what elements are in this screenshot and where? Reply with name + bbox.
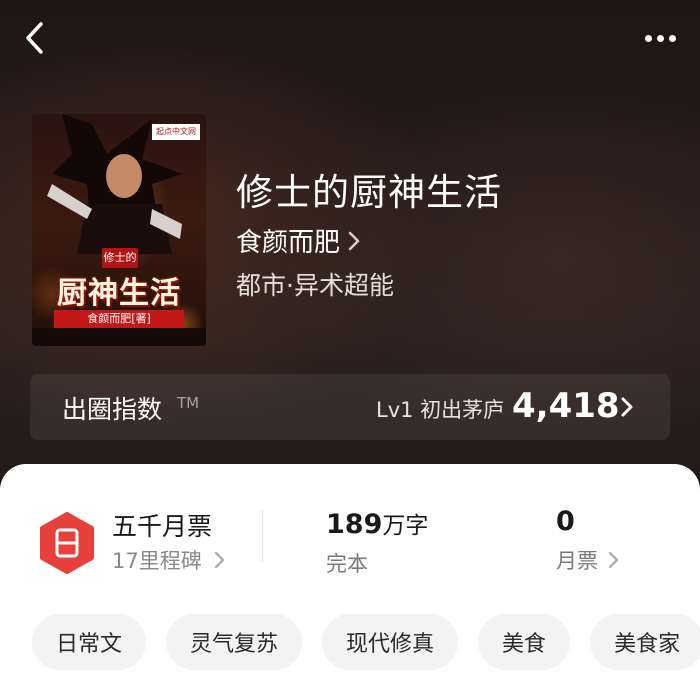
cover-subtitle: 修士的 bbox=[102, 248, 138, 268]
more-options-button[interactable] bbox=[638, 22, 682, 54]
word-count-stat: 189 万字 完本 bbox=[326, 506, 428, 578]
stats-divider bbox=[262, 510, 263, 562]
milestone-subtitle: 17里程碑 bbox=[112, 549, 202, 573]
chevron-right-icon bbox=[621, 397, 633, 417]
chevron-right-icon bbox=[214, 551, 224, 569]
popularity-level: Lv1 初出茅庐 bbox=[376, 398, 505, 422]
milestone-title: 五千月票 bbox=[112, 512, 213, 541]
tag-list: 日常文 灵气复苏 现代修真 美食 美食家 bbox=[32, 614, 700, 670]
more-dots-icon bbox=[644, 34, 652, 42]
monthly-votes-label: 月票 bbox=[556, 549, 598, 573]
back-button[interactable] bbox=[16, 20, 52, 56]
popularity-index-title: 出圈指数 bbox=[62, 395, 163, 424]
ticket-icon[interactable] bbox=[36, 512, 98, 574]
popularity-value: 4,418 bbox=[512, 386, 620, 426]
cover-author: 食颜而肥[著] bbox=[54, 310, 184, 328]
tag-chip[interactable]: 美食家 bbox=[590, 614, 700, 670]
tag-chip[interactable]: 美食 bbox=[478, 614, 571, 670]
monthly-votes-value: 0 bbox=[556, 506, 575, 537]
word-count-value: 189 bbox=[326, 509, 383, 540]
book-genre[interactable]: 都市·异术超能 bbox=[236, 266, 394, 302]
tag-chip[interactable]: 现代修真 bbox=[322, 614, 459, 670]
monthly-votes-stat[interactable]: 0 月票 bbox=[556, 506, 624, 575]
tag-chip[interactable]: 日常文 bbox=[32, 614, 147, 670]
book-status: 完本 bbox=[326, 552, 368, 576]
book-cover[interactable]: 起点中文网 修士的 厨神生活 食颜而肥[著] bbox=[32, 114, 206, 346]
author-link[interactable]: 食颜而肥 bbox=[236, 222, 360, 259]
cover-publisher-logo: 起点中文网 bbox=[152, 124, 200, 140]
tag-chip[interactable]: 灵气复苏 bbox=[166, 614, 303, 670]
word-count-unit: 万字 bbox=[382, 513, 429, 539]
popularity-index-bar[interactable]: 出圈指数 TM Lv1 初出茅庐 4,418 bbox=[30, 374, 670, 440]
milestone-link[interactable]: 17里程碑 bbox=[112, 545, 230, 575]
book-title: 修士的厨神生活 bbox=[236, 171, 502, 214]
author-name: 食颜而肥 bbox=[236, 228, 341, 258]
trademark-mark: TM bbox=[177, 394, 200, 412]
chevron-right-icon bbox=[348, 231, 360, 250]
chevron-right-icon bbox=[608, 551, 619, 569]
back-arrow-icon bbox=[26, 22, 43, 54]
cover-title: 厨神生活 bbox=[57, 276, 181, 311]
